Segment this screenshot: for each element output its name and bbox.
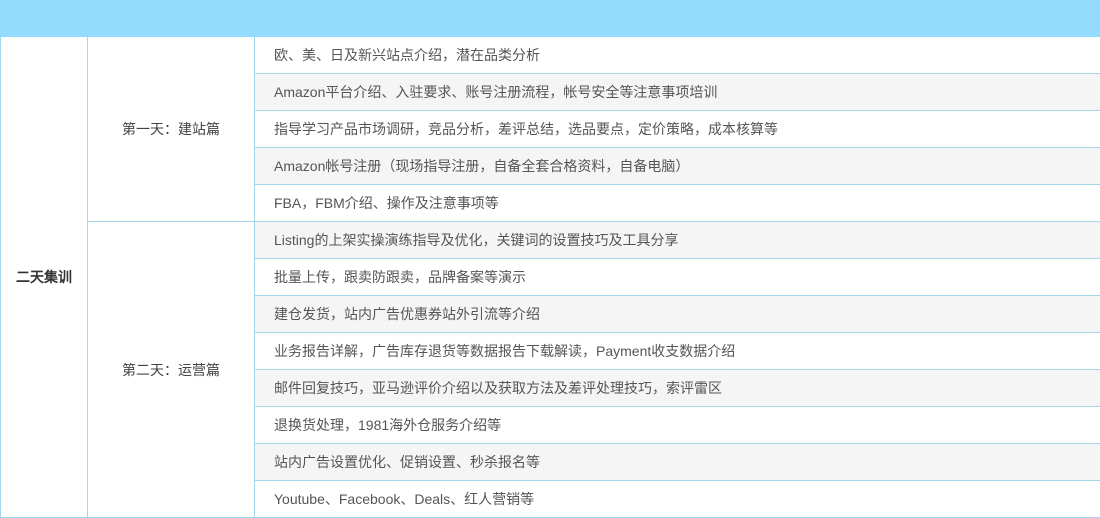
table-row: 二天集训 第一天：建站篇 欧、美、日及新兴站点介绍，潜在品类分析 (0, 37, 1100, 518)
topic-cell: 建仓发货，站内广告优惠券站外引流等介绍 (254, 295, 1100, 333)
training-schedule-table: 二天集训 第一天：建站篇 欧、美、日及新兴站点介绍，潜在品类分析 Amazon平… (0, 37, 1100, 518)
header-bar (0, 0, 1100, 37)
topic-cell: Amazon帐号注册（现场指导注册，自备全套合格资料，自备电脑） (254, 147, 1100, 185)
program-label: 二天集训 (0, 37, 88, 518)
topic-cell: 欧、美、日及新兴站点介绍，潜在品类分析 (254, 37, 1100, 74)
topic-cell: Youtube、Facebook、Deals、红人营销等 (254, 480, 1100, 518)
topic-cell: 退换货处理，1981海外仓服务介绍等 (254, 406, 1100, 444)
topic-cell: FBA，FBM介绍、操作及注意事项等 (254, 184, 1100, 222)
table-row: 第二天：运营篇 Listing的上架实操演练指导及优化，关键词的设置技巧及工具分… (1, 221, 1100, 518)
topic-cell: 邮件回复技巧，亚马逊评价介绍以及获取方法及差评处理技巧，索评雷区 (254, 369, 1100, 407)
day-2-label: 第二天：运营篇 (87, 221, 255, 518)
topic-cell: Listing的上架实操演练指导及优化，关键词的设置技巧及工具分享 (254, 221, 1100, 259)
topic-cell: 批量上传，跟卖防跟卖，品牌备案等演示 (254, 258, 1100, 296)
day-1-label: 第一天：建站篇 (87, 37, 255, 222)
topic-cell: 指导学习产品市场调研，竞品分析，差评总结，选品要点，定价策略，成本核算等 (254, 110, 1100, 148)
topic-cell: Amazon平台介绍、入驻要求、账号注册流程，帐号安全等注意事项培训 (254, 73, 1100, 111)
topic-cell: 站内广告设置优化、促销设置、秒杀报名等 (254, 443, 1100, 481)
topic-cell: 业务报告详解，广告库存退货等数据报告下载解读，Payment收支数据介绍 (254, 332, 1100, 370)
